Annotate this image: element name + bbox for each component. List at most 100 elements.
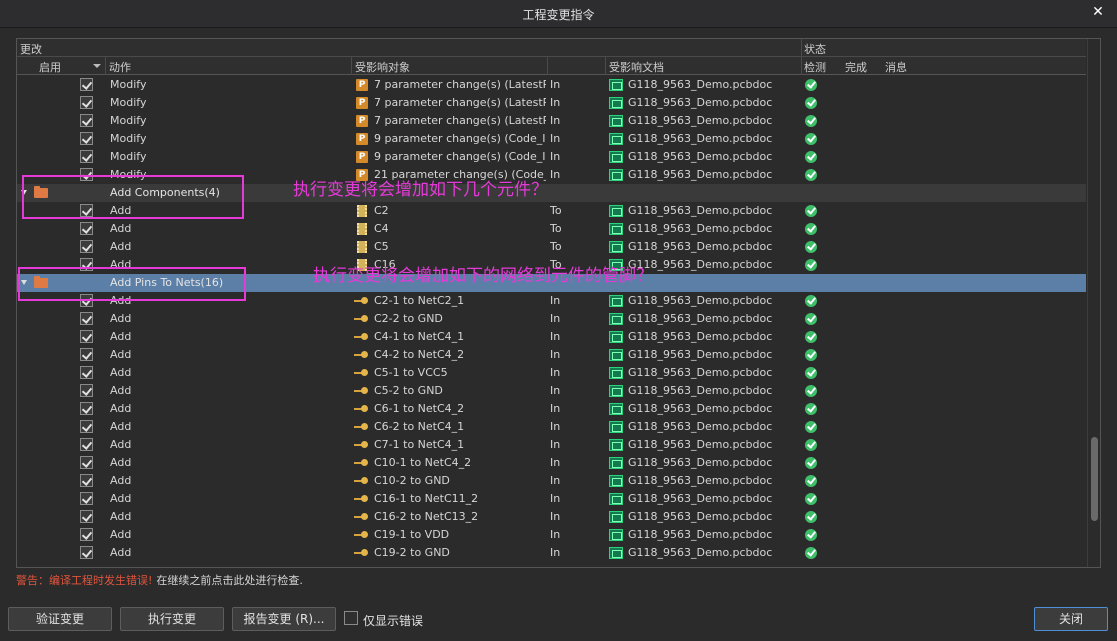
table-row[interactable]: Modify P 9 parameter change(s) (Code_IEC, I… xyxy=(17,130,1086,148)
table-row[interactable]: Add C19-1 to VDD In G118_9563_Demo.pcbdoc xyxy=(17,526,1086,544)
header-divider[interactable] xyxy=(351,57,352,75)
scrollbar-thumb[interactable] xyxy=(1091,437,1098,521)
check-ok-icon xyxy=(805,205,817,217)
header-divider[interactable] xyxy=(547,57,548,75)
column-enable[interactable]: 启用 xyxy=(39,59,61,75)
enable-checkbox[interactable] xyxy=(80,510,93,523)
column-action[interactable]: 动作 xyxy=(109,59,131,75)
affected-object-cell: C2-1 to NetC2_1 xyxy=(374,294,465,307)
only-errors-label[interactable]: 仅显示错误 xyxy=(363,612,423,629)
table-row[interactable]: Add C5-2 to GND In G118_9563_Demo.pcbdoc xyxy=(17,382,1086,400)
header-divider[interactable] xyxy=(801,57,802,75)
affected-doc-cell: G118_9563_Demo.pcbdoc xyxy=(628,528,773,541)
enable-checkbox[interactable] xyxy=(80,222,93,235)
affected-object-cell: C16-2 to NetC13_2 xyxy=(374,510,479,523)
enable-checkbox[interactable] xyxy=(80,528,93,541)
table-row[interactable]: Add C6-2 to NetC4_1 In G118_9563_Demo.pcbdo… xyxy=(17,418,1086,436)
table-row[interactable]: Modify P 7 parameter change(s) (LatestRevi… xyxy=(17,94,1086,112)
column-check[interactable]: 检测 xyxy=(804,59,826,75)
table-row[interactable]: Add C16-2 to NetC13_2 In G118_9563_Demo.pcb… xyxy=(17,508,1086,526)
check-ok-icon xyxy=(805,457,817,469)
enable-checkbox[interactable] xyxy=(80,366,93,379)
column-affected-object[interactable]: 受影响对象 xyxy=(355,59,410,75)
pcb-document-icon xyxy=(609,421,623,433)
column-done[interactable]: 完成 xyxy=(845,59,867,75)
only-errors-checkbox[interactable] xyxy=(344,611,358,625)
affected-object-cell: 9 parameter change(s) (Code_IEC, xyxy=(374,132,546,145)
check-ok-icon xyxy=(805,133,817,145)
enable-checkbox[interactable] xyxy=(80,456,93,469)
check-ok-icon xyxy=(805,403,817,415)
enable-checkbox[interactable] xyxy=(80,384,93,397)
enable-checkbox[interactable] xyxy=(80,240,93,253)
table-row[interactable]: Modify P 7 parameter change(s) (LatestRevi… xyxy=(17,76,1086,94)
enable-checkbox[interactable] xyxy=(80,312,93,325)
enable-checkbox[interactable] xyxy=(80,438,93,451)
column-message[interactable]: 消息 xyxy=(885,59,907,75)
affected-object-cell: 7 parameter change(s) (LatestRevis xyxy=(374,96,546,109)
action-cell: Add xyxy=(110,312,132,325)
affected-doc-cell: G118_9563_Demo.pcbdoc xyxy=(628,240,773,253)
affected-object-cell: C4 xyxy=(374,222,389,235)
title-bar: 工程变更指令 ✕ xyxy=(0,0,1117,28)
check-ok-icon xyxy=(805,385,817,397)
affected-doc-cell: G118_9563_Demo.pcbdoc xyxy=(628,312,773,325)
parameter-icon: P xyxy=(356,79,368,91)
column-affected-doc[interactable]: 受影响文档 xyxy=(609,59,664,75)
table-row[interactable]: Add C5-1 to VCC5 In G118_9563_Demo.pcbdoc xyxy=(17,364,1086,382)
affected-doc-cell: G118_9563_Demo.pcbdoc xyxy=(628,222,773,235)
enable-checkbox[interactable] xyxy=(80,78,93,91)
vertical-scrollbar[interactable] xyxy=(1087,39,1100,567)
sort-icon[interactable] xyxy=(93,64,101,68)
pcb-document-icon xyxy=(609,493,623,505)
status-line[interactable]: 警告：编译工程时发生错误! 在继续之前点击此处进行检查. xyxy=(16,572,303,588)
table-row[interactable]: Add C4 To G118_9563_Demo.pcbdoc xyxy=(17,220,1086,238)
affected-object-cell: C7-1 to NetC4_1 xyxy=(374,438,465,451)
enable-checkbox[interactable] xyxy=(80,150,93,163)
table-row[interactable]: Add C19-2 to GND In G118_9563_Demo.pcbdoc xyxy=(17,544,1086,562)
table-row[interactable]: Modify P 9 parameter change(s) (Code_IEC, I… xyxy=(17,148,1086,166)
enable-checkbox[interactable] xyxy=(80,114,93,127)
enable-checkbox[interactable] xyxy=(80,132,93,145)
pin-icon xyxy=(354,548,368,558)
table-row[interactable]: Add C16-1 to NetC11_2 In G118_9563_Demo.pcb… xyxy=(17,490,1086,508)
affected-object-cell: C19-2 to GND xyxy=(374,546,450,559)
execute-changes-button[interactable]: 执行变更 xyxy=(120,607,224,631)
enable-checkbox[interactable] xyxy=(80,96,93,109)
direction-cell: In xyxy=(550,492,561,505)
affected-object-cell: C6-1 to NetC4_2 xyxy=(374,402,465,415)
table-row[interactable]: Add C4-1 to NetC4_1 In G118_9563_Demo.pcbdo… xyxy=(17,328,1086,346)
table-row[interactable]: Add C7-1 to NetC4_1 In G118_9563_Demo.pcbdo… xyxy=(17,436,1086,454)
action-cell: Add xyxy=(110,474,132,487)
header-divider[interactable] xyxy=(605,57,606,75)
action-cell: Modify xyxy=(110,114,147,127)
enable-checkbox[interactable] xyxy=(80,546,93,559)
warning-text[interactable]: 警告：编译工程时发生错误! xyxy=(16,574,152,587)
header-status: 状态 xyxy=(804,43,826,56)
action-cell: Add xyxy=(110,420,132,433)
enable-checkbox[interactable] xyxy=(80,474,93,487)
table-row[interactable]: Add C6-1 to NetC4_2 In G118_9563_Demo.pcbdo… xyxy=(17,400,1086,418)
close-button[interactable]: 关闭 xyxy=(1034,607,1108,631)
enable-checkbox[interactable] xyxy=(80,402,93,415)
table-row[interactable]: Add C2-2 to GND In G118_9563_Demo.pcbdoc xyxy=(17,310,1086,328)
report-changes-button[interactable]: 报告变更 (R)... xyxy=(232,607,336,631)
pcb-document-icon xyxy=(609,475,623,487)
table-row[interactable]: Add C4-2 to NetC4_2 In G118_9563_Demo.pcbdo… xyxy=(17,346,1086,364)
close-icon[interactable]: ✕ xyxy=(1089,3,1107,21)
table-row[interactable]: Add C5 To G118_9563_Demo.pcbdoc xyxy=(17,238,1086,256)
enable-checkbox[interactable] xyxy=(80,492,93,505)
check-ok-icon xyxy=(805,547,817,559)
affected-object-cell: C5-2 to GND xyxy=(374,384,443,397)
validate-changes-button[interactable]: 验证变更 xyxy=(8,607,112,631)
header-divider[interactable] xyxy=(105,57,106,75)
table-row[interactable]: Add C10-2 to GND In G118_9563_Demo.pcbdoc xyxy=(17,472,1086,490)
enable-checkbox[interactable] xyxy=(80,420,93,433)
table-row[interactable]: Modify P 7 parameter change(s) (LatestRevi… xyxy=(17,112,1086,130)
enable-checkbox[interactable] xyxy=(80,348,93,361)
enable-checkbox[interactable] xyxy=(80,330,93,343)
warning-hint[interactable]: 在继续之前点击此处进行检查. xyxy=(156,574,303,587)
table-row[interactable]: Add C10-1 to NetC4_2 In G118_9563_Demo.pcbd… xyxy=(17,454,1086,472)
affected-doc-cell: G118_9563_Demo.pcbdoc xyxy=(628,366,773,379)
action-cell: Add xyxy=(110,438,132,451)
